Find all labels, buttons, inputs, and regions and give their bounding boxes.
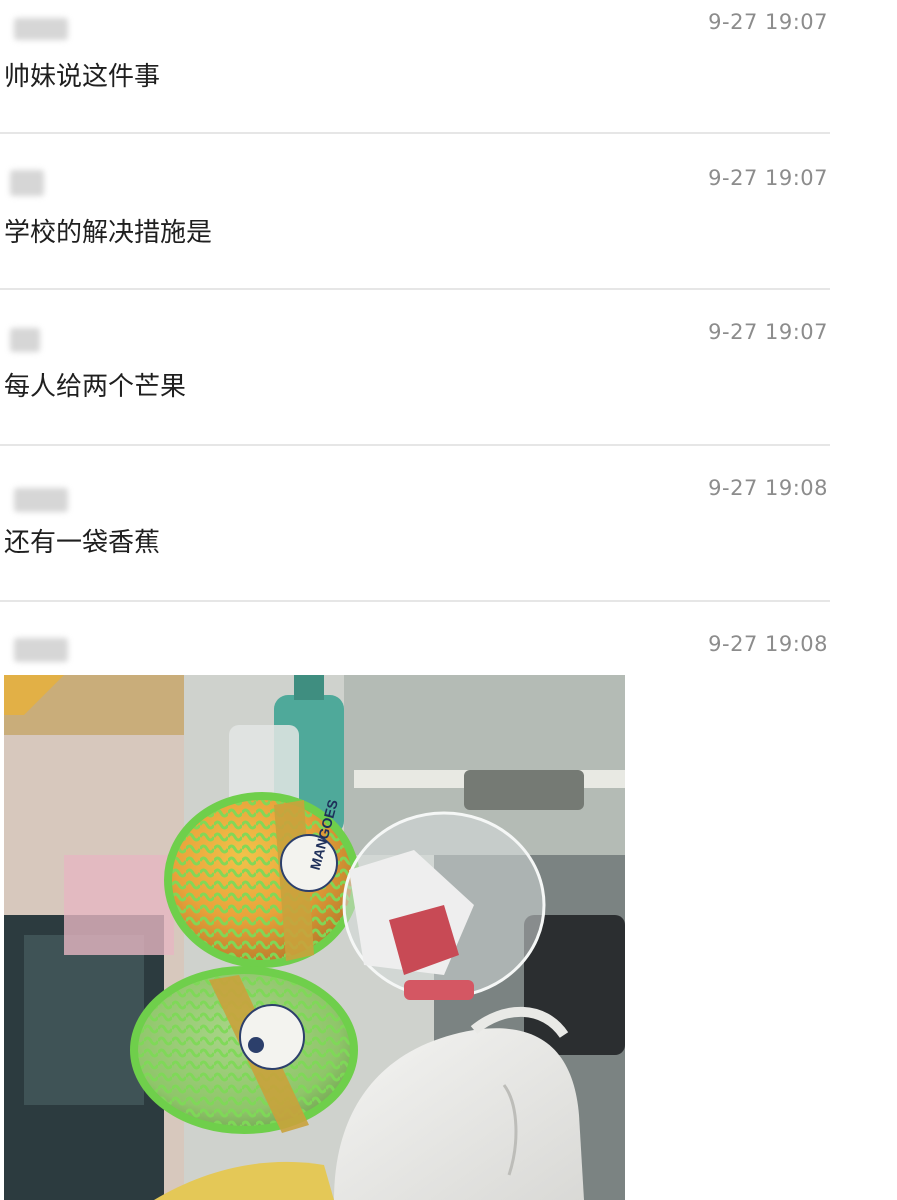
blurred-sender-name bbox=[8, 170, 66, 196]
mangoes-photo: MANGOES bbox=[4, 675, 625, 1200]
message-timestamp: 9-27 19:07 bbox=[708, 320, 828, 344]
blurred-sender-name bbox=[8, 486, 68, 512]
blurred-sender-name bbox=[8, 14, 68, 40]
message-photo[interactable]: MANGOES bbox=[4, 675, 625, 1200]
chat-message: 9-27 19:07 帅妹说这件事 bbox=[0, 0, 830, 134]
message-timestamp: 9-27 19:08 bbox=[708, 632, 828, 656]
chat-message: 9-27 19:08 还有一袋香蕉 bbox=[0, 446, 830, 602]
message-timestamp: 9-27 19:07 bbox=[708, 166, 828, 190]
message-text: 学校的解决措施是 bbox=[4, 218, 213, 248]
message-timestamp: 9-27 19:08 bbox=[708, 476, 828, 500]
message-text: 还有一袋香蕉 bbox=[4, 528, 161, 558]
chat-message: 9-27 19:07 每人给两个芒果 bbox=[0, 290, 830, 446]
blurred-sender-name bbox=[8, 326, 66, 352]
message-text: 帅妹说这件事 bbox=[4, 62, 161, 92]
chat-message: 9-27 19:07 学校的解决措施是 bbox=[0, 134, 830, 290]
message-timestamp: 9-27 19:07 bbox=[708, 10, 828, 34]
blurred-sender-name bbox=[8, 636, 68, 662]
message-text: 每人给两个芒果 bbox=[4, 372, 187, 402]
